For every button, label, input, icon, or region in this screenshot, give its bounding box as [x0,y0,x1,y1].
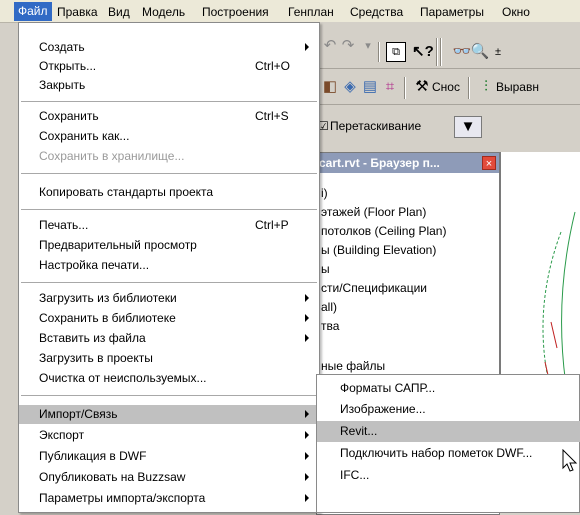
align-label[interactable]: Выравн [496,79,539,95]
split-icon[interactable]: ▤ [360,77,380,97]
demolish-label[interactable]: Снос [432,79,460,95]
toolbar-options: ☑ Перетаскивание ▼ [316,106,580,146]
toolbar-separator [468,77,470,99]
menu-bar: Файл Правка Вид Модель Построения Генпла… [0,0,580,23]
browser-tree-item[interactable]: all) [321,299,337,315]
submenu-arrow-icon [305,294,309,302]
toolbar-separator [404,77,406,99]
submenu-arrow-icon [305,452,309,460]
browser-tree-item[interactable]: ные файлы [321,358,385,374]
toolbar-separator [378,42,380,62]
menu-site[interactable]: Генплан [288,4,334,20]
menu-model[interactable]: Модель [142,4,185,20]
redo-icon[interactable]: ↷ [338,36,358,56]
menu-item-save[interactable]: Сохранить Ctrl+S [19,107,319,126]
menu-edit[interactable]: Правка [57,4,98,20]
close-icon[interactable]: × [482,156,496,170]
menu-item-import-export-settings[interactable]: Параметры импорта/экспорта [19,489,319,508]
menu-item-save-as[interactable]: Сохранить как... [19,127,319,146]
copy-icon[interactable]: ◧ [320,77,340,97]
cut-geometry-icon[interactable]: ⌗ [380,77,400,97]
submenu-arrow-icon [305,473,309,481]
submenu-item-ifc[interactable]: IFC... [317,465,580,486]
menu-item-close[interactable]: Закрыть [19,76,319,95]
menu-item-load-into-projects[interactable]: Загрузить в проекты [19,349,319,368]
menu-separator [21,209,317,210]
menu-separator [21,173,317,174]
menu-tools[interactable]: Средства [350,4,403,20]
toolbar-separator [436,38,438,66]
browser-tree-item[interactable]: сти/Спецификации [321,280,427,296]
demolish-icon[interactable]: ⚒ [412,77,432,97]
menu-item-save-to-central: Сохранить в хранилище... [39,149,185,163]
drag-label: Перетаскивание [330,119,422,133]
browser-tree-item[interactable]: ы (Building Elevation) [321,242,436,258]
toolbar-standard: ↶ ↷ ▾ ⧉ ↖? 👓 🔍 ± [316,36,580,69]
file-menu: Создать Открыть... Ctrl+O Закрыть Сохран… [18,22,320,513]
menu-drafting[interactable]: Построения [202,4,269,20]
menu-item-purge-unused[interactable]: Очистка от неиспользуемых... [19,369,319,388]
menu-item-print[interactable]: Печать... Ctrl+P [19,216,319,235]
menu-item-open[interactable]: Открыть... Ctrl+O [19,57,319,76]
submenu-arrow-icon [305,314,309,322]
view-eye-icon[interactable]: 👓 [452,42,472,62]
zoom-dropdown-icon[interactable]: ± [488,42,508,62]
paint-icon[interactable]: ◈ [340,77,360,97]
submenu-item-cad-formats[interactable]: Форматы САПР... [317,378,580,399]
toolbar-edit: ◧ ◈ ▤ ⌗ ⚒ Снос ⫶ Выравн [316,70,580,105]
menu-item-insert-from-file[interactable]: Вставить из файла [19,329,319,348]
submenu-arrow-icon [305,431,309,439]
menu-item-print-setup[interactable]: Настройка печати... [19,256,319,275]
undo-icon[interactable]: ↶ [320,36,340,56]
browser-tree-item[interactable]: тва [321,318,339,334]
submenu-item-revit[interactable]: Revit... [317,421,580,442]
menu-item-print-preview[interactable]: Предварительный просмотр [19,236,319,255]
browser-tree-item[interactable]: i) [321,185,328,201]
browser-title-text: cart.rvt - Браузер п... [319,156,440,170]
menu-separator [21,101,317,102]
mouse-cursor-icon [562,449,578,472]
menu-item-import-link[interactable]: Импорт/Связь [19,405,319,424]
menu-separator [21,282,317,283]
submenu-item-dwf-markup[interactable]: Подключить набор пометок DWF... [317,443,580,464]
browser-tree-item[interactable]: ы [321,261,330,277]
menu-item-new[interactable]: Создать [19,38,319,57]
menu-file[interactable]: Файл [14,2,52,21]
submenu-arrow-icon [305,334,309,342]
menu-item-publish-buzzsaw[interactable]: Опубликовать на Buzzsaw [19,468,319,487]
align-icon[interactable]: ⫶ [476,77,496,97]
submenu-arrow-icon [305,410,309,418]
browser-tree-item[interactable]: этажей (Floor Plan) [321,204,426,220]
submenu-arrow-icon [305,494,309,502]
import-link-submenu: Форматы САПР... Изображение... Revit... … [316,374,580,513]
submenu-item-image[interactable]: Изображение... [317,399,580,420]
menu-settings[interactable]: Параметры [420,4,484,20]
help-pointer-icon[interactable]: ↖? [412,42,434,62]
menu-item-export[interactable]: Экспорт [19,426,319,445]
filter-icon[interactable]: ▼ [454,116,482,138]
dropdown-arrow-icon[interactable]: ▾ [358,36,378,56]
menu-item-save-to-library[interactable]: Сохранить в библиотеке [19,309,319,328]
menu-item-publish-dwf[interactable]: Публикация в DWF [19,447,319,466]
menu-view[interactable]: Вид [108,4,130,20]
zoom-icon[interactable]: 🔍 [470,42,490,62]
submenu-arrow-icon [305,43,309,51]
menu-item-load-from-library[interactable]: Загрузить из библиотеки [19,289,319,308]
menu-window[interactable]: Окно [502,4,530,20]
browser-tree-item[interactable]: потолков (Ceiling Plan) [321,223,446,239]
toolbar-separator [440,38,442,66]
thin-lines-icon[interactable]: ⧉ [386,42,406,62]
browser-title: cart.rvt - Браузер п... [317,153,499,173]
menu-separator [21,395,317,396]
menu-item-transfer-standards[interactable]: Копировать стандарты проекта [19,183,319,202]
